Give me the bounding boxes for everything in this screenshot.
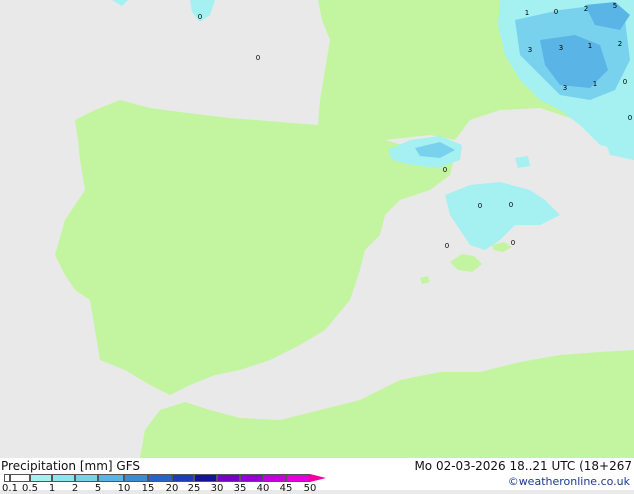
scale-swatch xyxy=(124,474,148,482)
scale-tick-label: 0.1 xyxy=(2,483,18,494)
precip-value-label: 0 xyxy=(443,166,447,174)
scale-tick-label: 25 xyxy=(187,483,201,494)
precip-value-label: 3 xyxy=(563,84,567,92)
scale-swatch xyxy=(30,474,52,482)
scale-swatch xyxy=(98,474,124,482)
scale-tick-label: 15 xyxy=(141,483,155,494)
precip-value-label: 0 xyxy=(623,78,627,86)
scale-swatch xyxy=(148,474,172,482)
scale-swatch xyxy=(52,474,75,482)
scale-arrow xyxy=(310,474,326,482)
scale-tick-label: 0.5 xyxy=(22,483,38,494)
precipitation-map: 0 0 1 0 2 5 3 3 1 2 3 1 0 0 0 0 0 0 0 xyxy=(0,0,634,458)
precip-value-label: 1 xyxy=(525,9,529,17)
scale-swatch xyxy=(172,474,194,482)
precip-value-label: 1 xyxy=(588,42,592,50)
precip-value-label: 1 xyxy=(593,80,597,88)
model-name: GFS xyxy=(116,459,140,473)
scale-swatch xyxy=(10,474,30,482)
scale-swatch xyxy=(263,474,286,482)
precip-value-label: 0 xyxy=(509,201,513,209)
scale-tick-label: 2 xyxy=(71,483,79,494)
precip-value-label: 0 xyxy=(511,239,515,247)
precip-value-label: 5 xyxy=(613,2,617,10)
scale-tick-label: 35 xyxy=(233,483,247,494)
precip-value-label: 2 xyxy=(618,40,622,48)
scale-swatch-start xyxy=(4,474,10,482)
forecast-info: Mo 02-03-2026 18..21 UTC (18+267 xyxy=(414,459,632,473)
scale-swatch xyxy=(194,474,217,482)
precip-value-label: 0 xyxy=(628,114,632,122)
precip-value-label: 0 xyxy=(256,54,260,62)
scale-tick-label: 40 xyxy=(256,483,270,494)
precip-value-label: 3 xyxy=(528,46,532,54)
legend-title-text: Precipitation [mm] xyxy=(1,459,113,473)
precip-value-label: 0 xyxy=(478,202,482,210)
credit-link[interactable]: ©weatheronline.co.uk xyxy=(508,475,630,488)
scale-tick-label: 50 xyxy=(303,483,317,494)
map-footer: Precipitation [mm] GFS Mo 02-03-2026 18.… xyxy=(0,458,634,494)
scale-tick-label: 5 xyxy=(94,483,102,494)
precip-value-label: 2 xyxy=(584,5,588,13)
scale-swatch xyxy=(75,474,98,482)
scale-tick-label: 1 xyxy=(48,483,56,494)
precip-value-label: 3 xyxy=(559,44,563,52)
legend-title: Precipitation [mm] GFS xyxy=(1,459,140,473)
precip-value-label: 0 xyxy=(445,242,449,250)
precip-value-label: 0 xyxy=(554,8,558,16)
scale-tick-label: 45 xyxy=(279,483,293,494)
scale-swatch xyxy=(217,474,240,482)
scale-tick-label: 10 xyxy=(117,483,131,494)
scale-tick-label: 30 xyxy=(210,483,224,494)
precip-value-label: 0 xyxy=(198,13,202,21)
scale-swatch xyxy=(286,474,310,482)
scale-swatch xyxy=(240,474,263,482)
scale-tick-label: 20 xyxy=(165,483,179,494)
